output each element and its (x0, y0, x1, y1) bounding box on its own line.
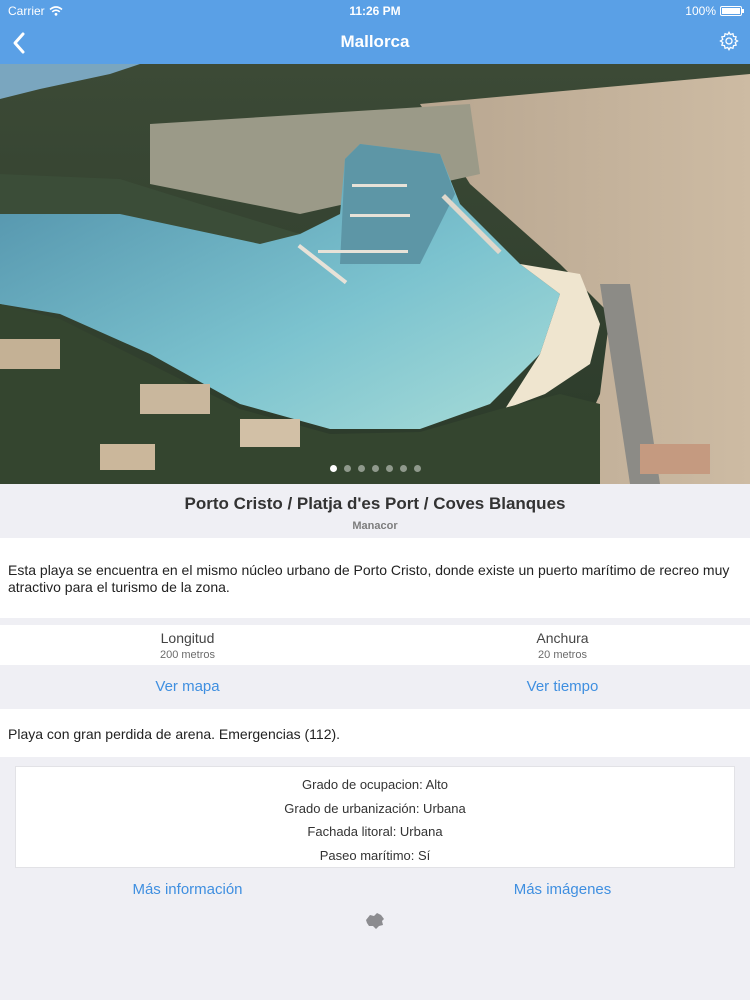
status-bar: Carrier 11:26 PM 100% (0, 0, 750, 22)
status-right: 100% (685, 4, 744, 18)
carousel-dot[interactable] (399, 465, 407, 472)
status-left: Carrier (8, 4, 63, 18)
municipality-label: Manacor (352, 520, 398, 532)
beach-name: Porto Cristo / Platja d'es Port / Coves … (184, 494, 566, 513)
beach-aerial-photo (0, 64, 750, 484)
length-column: Longitud 200 metros (0, 625, 375, 665)
view-map-button[interactable]: Ver mapa (0, 667, 375, 707)
beach-dimensions: Longitud 200 metros Anchura 20 metros (0, 625, 750, 665)
carousel-dot[interactable] (385, 465, 393, 472)
width-column: Anchura 20 metros (375, 625, 750, 665)
carousel-dot[interactable] (343, 465, 351, 472)
stat-urbanization: Grado de urbanización: Urbana (284, 800, 466, 816)
width-label: Anchura (536, 630, 589, 646)
carousel-dot[interactable] (413, 465, 421, 472)
navigation-bar: Mallorca (0, 22, 750, 64)
mallorca-island-icon (366, 913, 384, 929)
gear-icon[interactable] (718, 30, 740, 52)
more-images-button[interactable]: Más imágenes (375, 870, 750, 910)
carousel-dot[interactable] (357, 465, 365, 472)
carousel-dot[interactable] (371, 465, 379, 472)
view-weather-button[interactable]: Ver tiempo (375, 667, 750, 707)
stat-promenade: Paseo marítimo: Sí (319, 847, 431, 863)
page-title: Mallorca (340, 32, 410, 51)
width-value: 20 metros (538, 649, 587, 661)
stat-coastal-facade: Fachada litoral: Urbana (307, 824, 443, 839)
status-time: 11:26 PM (349, 4, 401, 18)
length-label: Longitud (160, 630, 215, 646)
beach-photo-carousel[interactable] (0, 64, 750, 484)
map-weather-links: Ver mapa Ver tiempo (0, 667, 750, 707)
beach-note: Playa con gran perdida de arena. Emergen… (0, 709, 750, 757)
beach-description: Esta playa se encuentra en el mismo núcl… (0, 538, 750, 618)
wifi-icon (49, 6, 63, 16)
stat-occupancy: Grado de ocupacion: Alto (302, 777, 448, 792)
more-links: Más información Más imágenes (0, 870, 750, 910)
beach-stats: Grado de ocupacion: Alto Grado de urbani… (15, 766, 735, 868)
beach-header: Porto Cristo / Platja d'es Port / Coves … (0, 484, 750, 538)
more-info-button[interactable]: Más información (0, 870, 375, 910)
carrier-label: Carrier (8, 4, 45, 18)
battery-percent: 100% (685, 4, 716, 18)
battery-icon (720, 6, 744, 16)
carousel-page-indicator[interactable] (0, 465, 750, 472)
carousel-dot[interactable] (329, 465, 337, 472)
length-value: 200 metros (159, 649, 216, 661)
